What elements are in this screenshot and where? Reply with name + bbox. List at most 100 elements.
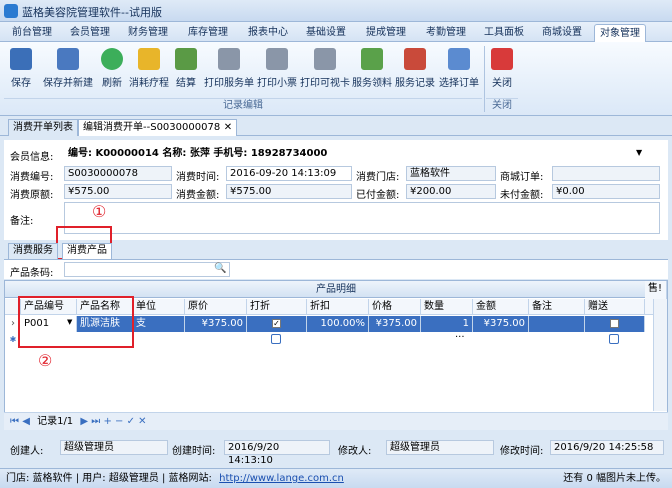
cell-discount[interactable]: 100.00% [307,316,369,332]
refresh-icon [101,48,123,70]
menu-report[interactable]: 报表中心 [244,24,292,42]
record-navigator: ⏮ ◀ 记录1/1 ▶ ⏭ + − ✓ ✕ [4,412,668,430]
printer-icon [266,48,288,70]
sub-tabs: 消费服务 消费产品 [4,242,668,259]
annotation-one: ① [92,202,107,221]
refresh-button[interactable]: 刷新 [98,46,126,94]
chevron-down-icon[interactable]: ▼ [636,148,642,157]
summary-icon-gift [609,334,619,344]
create-time-label: 创建时间: [172,446,216,457]
product-code-input[interactable] [64,262,230,277]
website-link[interactable]: http://www.lange.com.cn [219,473,344,484]
creator-field[interactable]: 超级管理员 [60,440,168,455]
save-new-icon [57,48,79,70]
title-bar: 蓝格美容院管理软件--试用版 [0,0,672,22]
sale-form: 会员信息: 编号: K00000014 名称: 张萍 手机号: 18928734… [4,140,668,240]
search-icon[interactable]: 🔍 [214,263,226,274]
print-receipt-button[interactable]: 打印小票 [256,46,298,94]
modifier-field[interactable]: 超级管理员 [386,440,494,455]
store-label: 消费门店: [356,172,400,183]
amount-field[interactable]: ¥575.00 [226,184,352,199]
menu-finance[interactable]: 财务管理 [124,24,172,42]
cell-gift[interactable] [585,316,645,332]
select-order-button[interactable]: 选择订单 [438,46,480,94]
col-gift[interactable]: 赠送 [585,299,645,315]
nav-cancel-icon[interactable]: ✕ [138,416,146,427]
nav-next-icon[interactable]: ▶ [80,416,88,427]
save-icon [10,48,32,70]
menu-mall[interactable]: 商城设置 [538,24,586,42]
col-unit[interactable]: 单位 [133,299,185,315]
record-counter: 记录1/1 [37,416,74,427]
nav-add-icon[interactable]: + [103,416,111,427]
col-amount[interactable]: 金额 [473,299,529,315]
menu-tools[interactable]: 工具面板 [480,24,528,42]
remark-field[interactable] [64,202,660,234]
store-field[interactable]: 蓝格软件 [406,166,496,181]
col-remark[interactable]: 备注 [529,299,585,315]
amount-label: 消费金额: [176,190,220,201]
summary-icon [271,334,281,344]
modifier-label: 修改人: [338,446,372,457]
app-icon [4,4,18,18]
cell-price[interactable]: ¥375.00 [185,316,247,332]
paid-field[interactable]: ¥200.00 [406,184,496,199]
orig-amount-field[interactable]: ¥575.00 [64,184,172,199]
cell-remark[interactable] [529,316,585,332]
menu-attendance[interactable]: 考勤管理 [422,24,470,42]
tab-consume-service[interactable]: 消费服务 [8,243,58,259]
col-real-price[interactable]: 价格 [369,299,421,315]
menu-basic[interactable]: 基础设置 [302,24,350,42]
scrollbar[interactable] [653,299,667,411]
member-info-field[interactable]: 编号: K00000014 名称: 张萍 手机号: 18928734000 [64,146,654,161]
col-qty[interactable]: 数量 [421,299,473,315]
unpaid-label: 未付金额: [500,190,544,201]
service-material-button[interactable]: 服务领料 [352,46,392,94]
print-service-button[interactable]: 打印服务单 [204,46,254,94]
cell-qty[interactable]: 1 [421,316,473,332]
nav-delete-icon[interactable]: − [115,416,123,427]
order-icon [448,48,470,70]
save-new-button[interactable]: 保存并新建 [40,46,96,94]
cell-unit[interactable]: 支 [133,316,185,332]
nav-first-icon[interactable]: ⏮ [10,416,19,427]
tab-edit-sale[interactable]: 编辑消费开单--S0030000078 ✕ [78,119,238,136]
cell-real-price[interactable]: ¥375.00 [369,316,421,332]
tab-close-icon[interactable]: ✕ [224,120,232,135]
mall-order-label: 商城订单: [500,172,544,183]
close-button[interactable]: 关闭 [488,46,516,94]
col-discount-flag[interactable]: 打折 [247,299,307,315]
col-discount[interactable]: 折扣 [307,299,369,315]
modify-time-field[interactable]: 2016/9/20 14:25:58 [550,440,664,455]
col-price[interactable]: 原价 [185,299,247,315]
menu-front[interactable]: 前台管理 [8,24,56,42]
sale-time-field[interactable]: 2016-09-20 14:13:09 [226,166,352,181]
nav-last-icon[interactable]: ⏭ [91,416,100,427]
cell-discount-flag[interactable]: ✓ [247,316,307,332]
menu-object[interactable]: 对象管理 [594,24,646,42]
menu-member[interactable]: 会员管理 [66,24,114,42]
time-label: 消费时间: [176,172,220,183]
tab-consume-product[interactable]: 消费产品 [62,243,112,259]
checkbox-checked[interactable]: ✓ [272,318,281,328]
consume-course-button[interactable]: 消耗疗程 [128,46,170,94]
create-time-field[interactable]: 2016/9/20 14:13:10 [224,440,330,466]
save-button[interactable]: 保存 [6,46,36,94]
print-card-button[interactable]: 打印可视卡 [300,46,350,94]
nav-confirm-icon[interactable]: ✓ [127,416,135,427]
checkbox-unchecked[interactable] [610,318,619,328]
menu-commission[interactable]: 提成管理 [362,24,410,42]
sale-id-field[interactable]: S0030000078 [64,166,172,181]
checkout-button[interactable]: 结算 [172,46,200,94]
mall-order-field[interactable] [552,166,660,181]
service-record-button[interactable]: 服务记录 [394,46,436,94]
tab-sale-list[interactable]: 消费开单列表 [8,119,78,136]
footer-info: 创建人: 超级管理员 创建时间: 2016/9/20 14:13:10 修改人:… [4,438,668,466]
puzzle-icon [138,48,160,70]
cell-amount[interactable]: ¥375.00 [473,316,529,332]
summary-dots: ··· [455,332,465,343]
menu-stock[interactable]: 库存管理 [184,24,232,42]
status-bar: 门店: 蓝格软件 | 用户: 超级管理员 | 蓝格网站: http://www.… [0,468,672,488]
nav-prev-icon[interactable]: ◀ [22,416,30,427]
unpaid-field[interactable]: ¥0.00 [552,184,660,199]
